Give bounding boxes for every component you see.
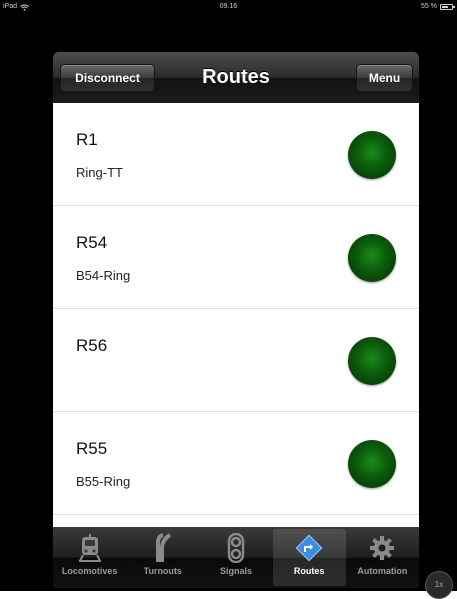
- route-name: R1: [76, 130, 98, 149]
- route-description: B54-Ring: [76, 268, 131, 283]
- menu-button[interactable]: Menu: [356, 64, 413, 92]
- battery-icon: [440, 4, 455, 10]
- routes-list: R1 Ring-TT R54 B54-Ring R56 R55 B55-Ring: [53, 103, 419, 527]
- route-state-indicator[interactable]: [348, 131, 396, 179]
- route-row-r54[interactable]: R54 B54-Ring: [53, 206, 419, 309]
- tab-locomotives[interactable]: Locomotives: [53, 527, 126, 588]
- route-name: R54: [76, 233, 108, 252]
- tab-label: Automation: [357, 566, 408, 576]
- route-state-indicator[interactable]: [348, 440, 396, 488]
- route-sign-icon: [295, 534, 323, 562]
- tab-bar: Locomotives Turnouts Signals Routes Auto…: [53, 527, 419, 588]
- tab-label: Locomotives: [61, 566, 118, 576]
- route-state-indicator[interactable]: [348, 337, 396, 385]
- zoom-toggle-button[interactable]: 1x: [425, 571, 453, 599]
- turnout-icon: [155, 533, 171, 562]
- status-bar: iPad 09.16 55 %: [0, 0, 457, 14]
- status-time: 09.16: [219, 3, 238, 10]
- signal-icon: [227, 533, 245, 563]
- route-row-r56[interactable]: R56: [53, 309, 419, 412]
- route-description: B55-Ring: [76, 474, 131, 489]
- tab-automation[interactable]: Automation: [346, 527, 419, 588]
- tab-label: Turnouts: [143, 566, 182, 576]
- route-row-r1[interactable]: R1 Ring-TT: [53, 103, 419, 206]
- ipad-screen: iPad 09.16 55 % Disconnect Routes Menu R…: [0, 0, 457, 599]
- route-description: Ring-TT: [76, 165, 123, 180]
- tab-label: Routes: [293, 566, 325, 576]
- battery-percent: 55 %: [421, 3, 437, 10]
- app-panel: Disconnect Routes Menu R1 Ring-TT R54 B5…: [53, 52, 419, 588]
- route-name: R56: [76, 336, 108, 355]
- route-name: R55: [76, 439, 108, 458]
- route-row-r55[interactable]: R55 B55-Ring: [53, 412, 419, 515]
- tab-turnouts[interactable]: Turnouts: [126, 527, 199, 588]
- navigation-bar: Disconnect Routes Menu: [53, 52, 419, 103]
- tab-label: Signals: [219, 566, 252, 576]
- train-icon: [78, 534, 101, 562]
- route-state-indicator[interactable]: [348, 234, 396, 282]
- tab-signals[interactable]: Signals: [199, 527, 272, 588]
- gear-icon: [370, 536, 395, 560]
- status-right: 55 %: [421, 0, 455, 14]
- tab-routes[interactable]: Routes: [272, 529, 346, 586]
